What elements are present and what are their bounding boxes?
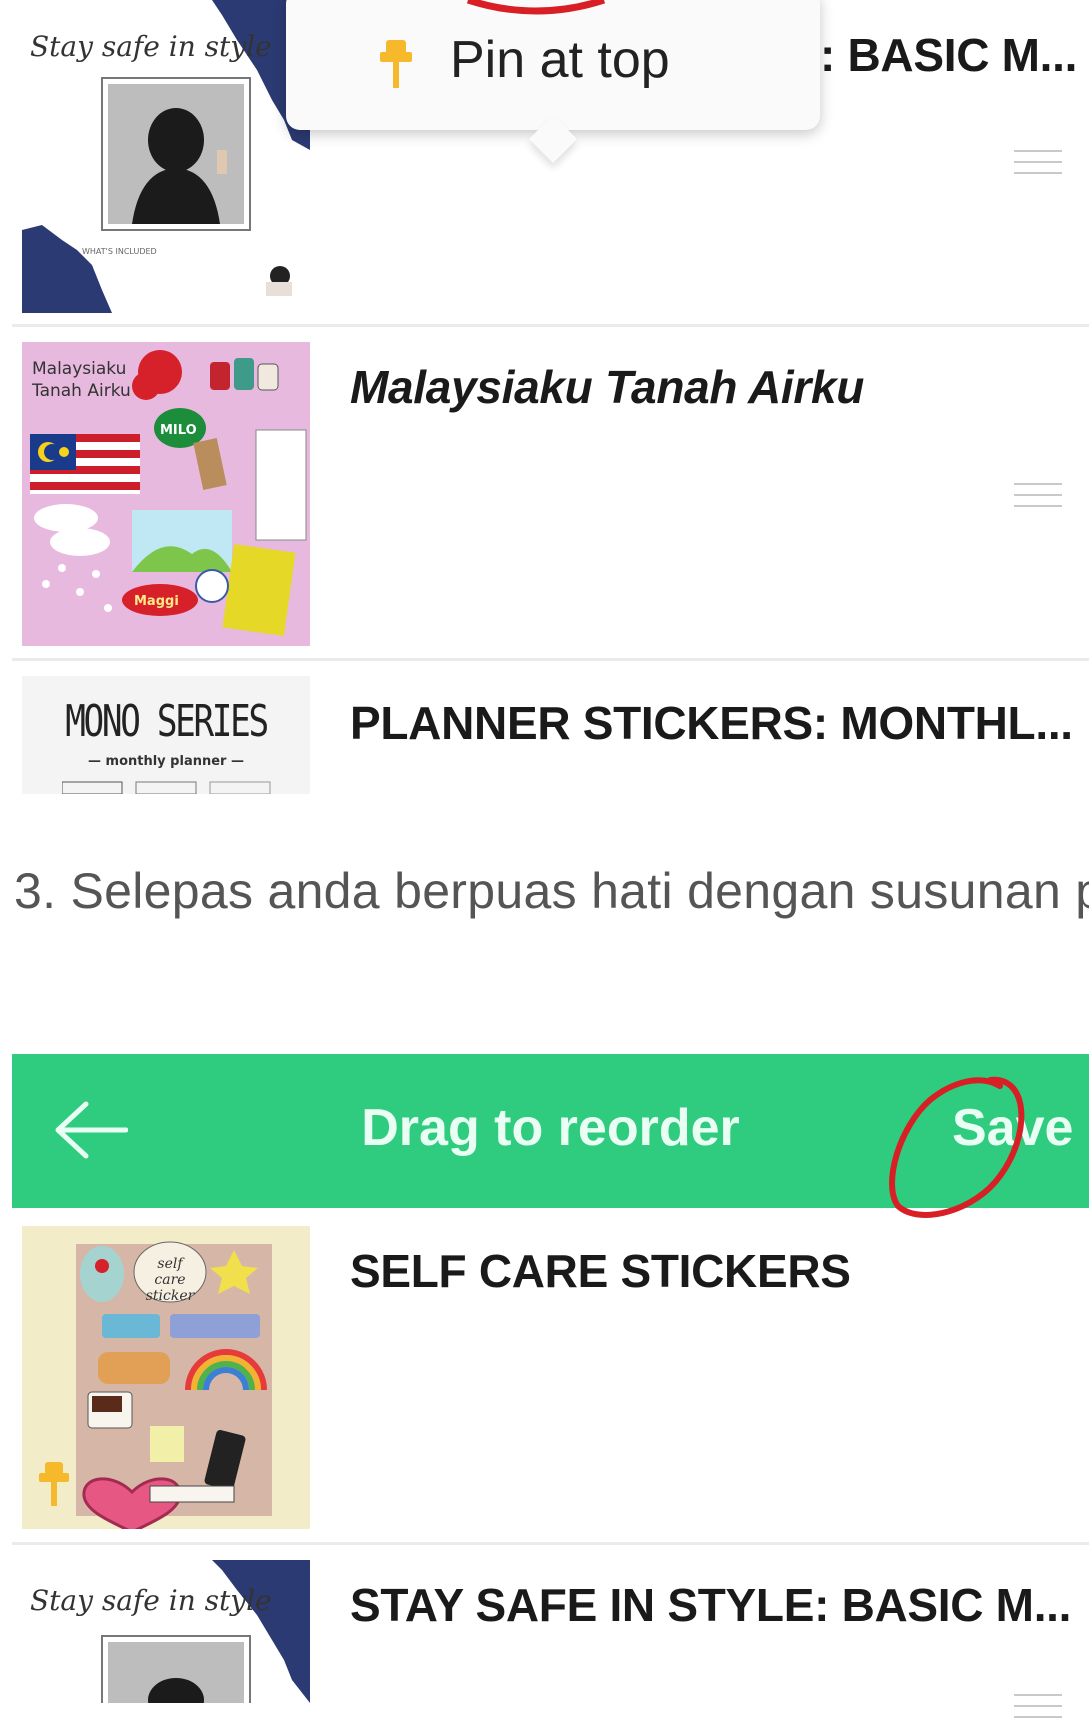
drag-handle-icon[interactable]: [1014, 150, 1062, 174]
row-title-self-care: SELF CARE STICKERS: [350, 1245, 851, 1297]
row-title-stay-safe-partial: : BASIC M...: [820, 29, 1078, 81]
pin-at-top-option[interactable]: Pin at top: [450, 30, 670, 90]
row-title-planner-stickers: PLANNER STICKERS: MONTHL...: [350, 697, 1073, 749]
product-thumbnail-self-care: self care sticker: [22, 1226, 310, 1529]
divider: [12, 658, 1089, 661]
pin-icon: [39, 1462, 69, 1506]
product-thumbnail-mono-series: MONO SERIES — monthly planner —: [22, 676, 310, 794]
thumbnail-calendar-strip: [62, 781, 271, 794]
svg-text:MILO: MILO: [160, 423, 197, 438]
thumbnail-script-text: Malaysiaku Tanah Airku: [32, 359, 131, 401]
thumbnail-script-text: Stay safe in style: [30, 30, 272, 63]
thumbnail-script-text: self care sticker: [145, 1256, 195, 1304]
instruction-text: 3. Selepas anda berpuas hati dengan susu…: [14, 863, 1089, 919]
row-title-stay-safe: STAY SAFE IN STYLE: BASIC M...: [350, 1579, 1072, 1631]
product-thumbnail-stay-safe: Stay safe in style: [22, 1560, 310, 1703]
thumbnail-heading-text: MONO SERIES: [65, 696, 269, 747]
thumbnail-script-text: Stay safe in style: [30, 1584, 272, 1617]
svg-text:Maggi: Maggi: [134, 594, 179, 609]
divider: [12, 324, 1089, 327]
drag-handle-icon[interactable]: [1014, 1694, 1062, 1718]
pin-icon: [380, 40, 412, 88]
divider: [12, 1542, 1089, 1545]
highlight-circle-top: [466, 0, 606, 15]
svg-text:WHAT'S INCLUDED: WHAT'S INCLUDED: [82, 247, 157, 256]
product-thumbnail-malaysiaku: MILO Maggi Malaysiaku Tanah Airku: [22, 342, 310, 646]
drag-handle-icon[interactable]: [1014, 483, 1062, 507]
highlight-circle-save: [889, 1076, 1025, 1218]
thumbnail-sub-text: — monthly planner —: [88, 754, 244, 769]
row-title-malaysiaku: Malaysiaku Tanah Airku: [350, 361, 865, 413]
product-thumbnail-stay-safe: WHAT'S INCLUDED Stay safe in style: [22, 0, 310, 313]
